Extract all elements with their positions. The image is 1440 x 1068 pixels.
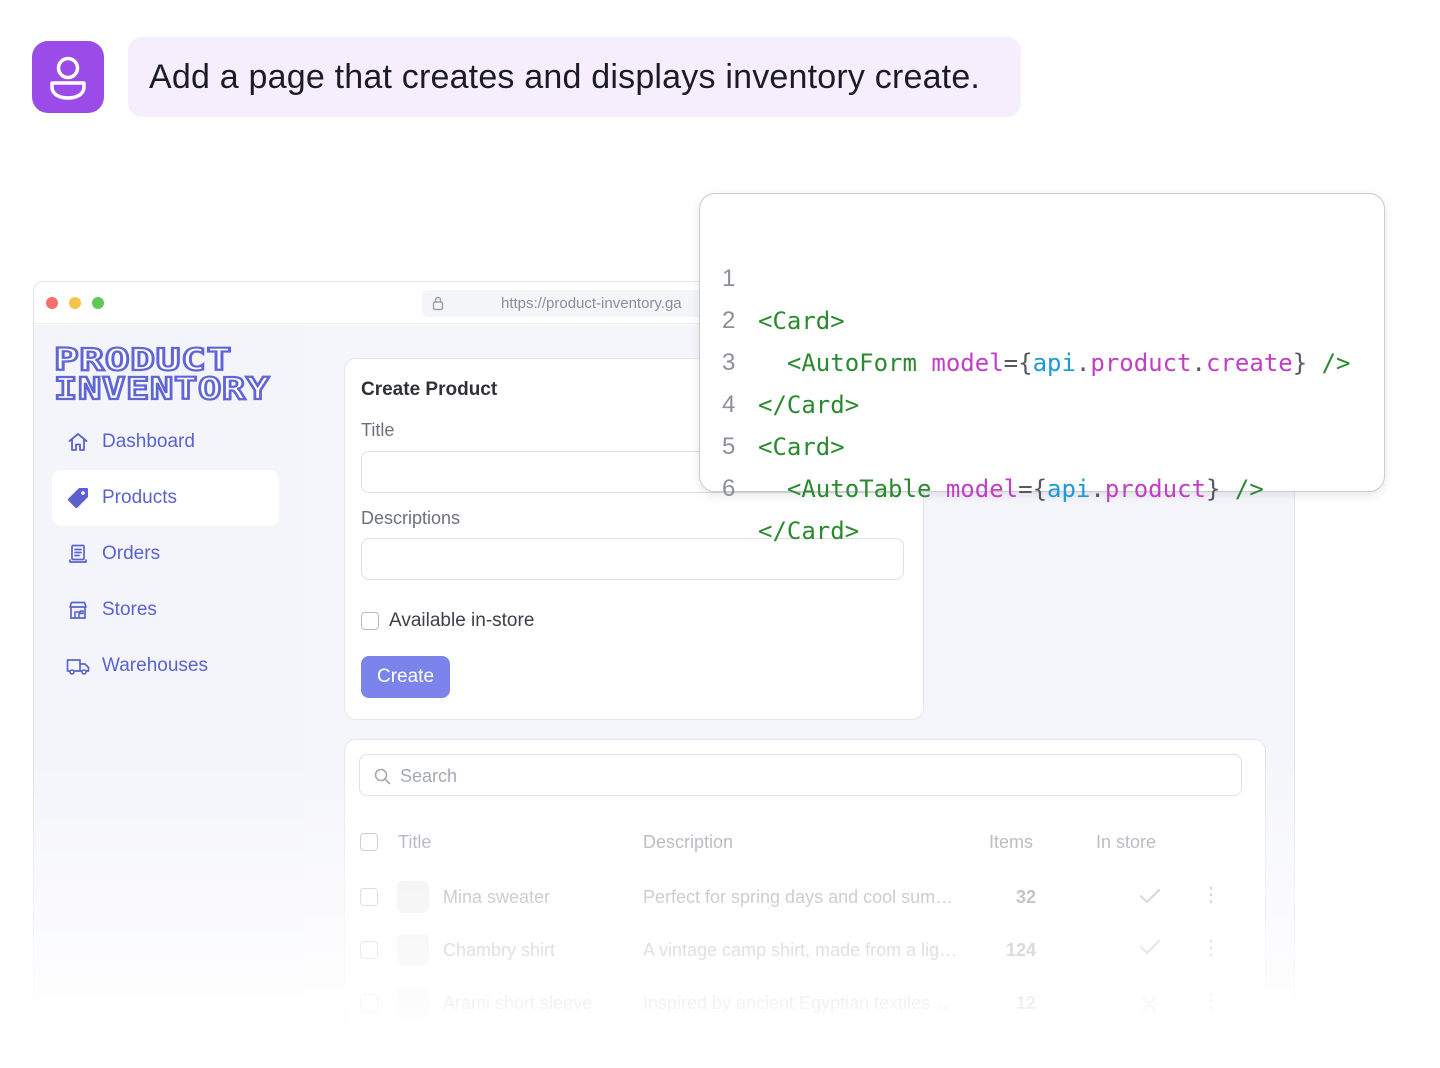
create-product-title: Create Product <box>361 379 498 400</box>
title-field-label: Title <box>361 420 395 440</box>
receipt-icon <box>66 542 90 566</box>
prompt-bubble: Add a page that creates and displays inv… <box>128 37 1021 117</box>
create-button[interactable]: Create <box>361 656 450 698</box>
sidebar-item-label: Products <box>102 487 177 508</box>
maximize-window-button[interactable] <box>92 297 104 309</box>
product-thumbnail <box>397 881 429 913</box>
user-avatar <box>32 41 104 113</box>
truck-icon <box>66 654 90 678</box>
sidebar-item-label: Orders <box>102 543 161 564</box>
row-description: A vintage camp shirt, made from a lig… <box>643 940 958 960</box>
table-row[interactable]: Mina sweater Perfect for spring days and… <box>345 870 1267 924</box>
store-icon <box>66 598 90 622</box>
column-header-items[interactable]: Items <box>989 832 1033 853</box>
search-input[interactable]: Search <box>359 754 1242 796</box>
row-menu-icon[interactable]: ⋮ <box>1201 882 1221 907</box>
row-description: Inspired by ancient Egyptian textiles… <box>643 993 949 1013</box>
product-inventory-logo: PRODUCT INVENTORY <box>53 345 271 403</box>
row-items: 12 <box>1015 993 1036 1013</box>
description-field-label: Descriptions <box>361 508 461 528</box>
sidebar: PRODUCT INVENTORY Dashboard Products Ord… <box>34 325 304 1040</box>
row-description: Perfect for spring days and cool sum… <box>643 887 954 907</box>
tag-icon <box>66 486 90 510</box>
sidebar-item-label: Warehouses <box>102 655 208 676</box>
code-line-1: 1 <Card> <box>700 216 1384 335</box>
column-header-title[interactable]: Title <box>398 832 431 853</box>
lock-icon <box>432 296 444 311</box>
row-items: 32 <box>1015 887 1036 907</box>
column-header-description[interactable]: Description <box>643 832 733 853</box>
available-in-store-label: Available in-store <box>389 610 535 631</box>
cross-icon <box>1142 997 1156 1011</box>
search-icon <box>374 768 391 785</box>
user-icon <box>50 56 86 100</box>
code-line-5: 5 <AutoTable model={api.product} /> <box>700 384 1384 503</box>
row-checkbox[interactable] <box>360 994 378 1012</box>
row-title: Arami short sleeve <box>443 993 593 1013</box>
sidebar-item-dashboard[interactable]: Dashboard <box>52 414 279 470</box>
products-table-card: Search Title Description Items In store … <box>344 739 1267 1040</box>
product-thumbnail <box>397 987 429 1019</box>
code-tag: <AutoTable <box>786 475 932 503</box>
code-api: api <box>1047 475 1091 503</box>
sidebar-item-warehouses[interactable]: Warehouses <box>52 638 279 694</box>
code-attr: model <box>945 475 1019 503</box>
row-title: Mina sweater <box>443 887 551 907</box>
row-checkbox[interactable] <box>360 888 378 906</box>
select-all-checkbox[interactable] <box>360 833 378 851</box>
table-row[interactable]: Arami short sleeve Inspired by ancient E… <box>345 976 1267 1030</box>
check-icon <box>1140 889 1160 903</box>
address-url: https://product-inventory.ga <box>501 295 682 312</box>
code-tag-close: /> <box>1234 475 1264 503</box>
check-icon <box>1140 940 1160 954</box>
code-tag: </Card> <box>758 517 860 545</box>
available-in-store-checkbox[interactable] <box>361 612 379 630</box>
row-title: Chambry shirt <box>443 940 556 960</box>
row-checkbox[interactable] <box>360 941 378 959</box>
sidebar-item-label: Dashboard <box>102 431 195 452</box>
sidebar-item-stores[interactable]: Stores <box>52 582 279 638</box>
code-snippet-card: 1 <Card> 2 <AutoForm model={api.product.… <box>699 193 1385 545</box>
close-window-button[interactable] <box>46 297 58 309</box>
sidebar-item-label: Stores <box>102 599 157 620</box>
code-line-2: 2 <AutoForm model={api.product.create} /… <box>700 258 1384 377</box>
search-placeholder: Search <box>400 766 458 786</box>
code-path: product <box>1104 475 1206 503</box>
line-number: 6 <box>722 475 736 502</box>
row-items: 124 <box>1005 940 1036 960</box>
product-thumbnail <box>397 934 429 966</box>
code-line-6: 6 </Card> <box>700 426 1384 545</box>
sidebar-item-orders[interactable]: Orders <box>52 526 279 582</box>
code-line-3: 3 </Card> <box>700 300 1384 419</box>
sidebar-item-products[interactable]: Products <box>52 470 279 526</box>
row-menu-icon[interactable]: ⋮ <box>1201 935 1221 960</box>
prompt-text: Add a page that creates and displays inv… <box>149 57 981 96</box>
row-menu-icon[interactable]: ⋮ <box>1201 988 1221 1013</box>
home-icon <box>66 430 90 454</box>
table-row[interactable]: Chambry shirt A vintage camp shirt, made… <box>345 923 1267 977</box>
logo-line-2: INVENTORY <box>54 372 270 403</box>
minimize-window-button[interactable] <box>69 297 81 309</box>
code-line-4: 4 <Card> <box>700 342 1384 461</box>
column-header-in-store[interactable]: In store <box>1096 832 1156 853</box>
